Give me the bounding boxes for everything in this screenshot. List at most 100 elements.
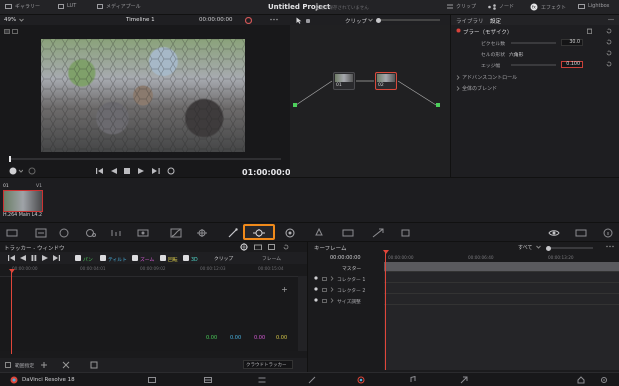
track-back-icon[interactable] xyxy=(20,255,26,261)
edit-page-icon[interactable] xyxy=(258,376,266,384)
camera-raw-icon[interactable] xyxy=(6,228,18,238)
media-pool-tab[interactable]: メディアプール xyxy=(97,3,141,10)
zoom-dropdown[interactable]: 49% xyxy=(4,17,16,23)
chevron-right-icon[interactable] xyxy=(330,297,334,303)
crosshair-icon[interactable] xyxy=(240,243,248,251)
chevron-down-icon[interactable] xyxy=(19,18,24,22)
stop-icon[interactable] xyxy=(124,168,130,174)
spacing-slider[interactable] xyxy=(511,64,556,66)
reset-icon[interactable] xyxy=(606,28,612,34)
qualifier-icon[interactable] xyxy=(227,228,239,238)
color-wheel-icon[interactable] xyxy=(245,16,252,24)
chevron-right-icon[interactable] xyxy=(456,75,460,80)
effects-button[interactable]: fx エフェクト xyxy=(530,3,566,11)
frame-icon[interactable] xyxy=(268,243,275,250)
node-zoom-handle[interactable] xyxy=(376,17,381,23)
node-zoom-slider[interactable] xyxy=(378,19,440,21)
pixel-frequency-field[interactable]: 30.0 xyxy=(561,39,583,46)
keyframe-filter-dropdown[interactable]: すべて xyxy=(518,244,532,251)
link-icon[interactable] xyxy=(28,167,36,175)
tracker-graph[interactable]: 0.00 0.00 0.00 0.00 xyxy=(0,269,298,354)
reset-icon[interactable] xyxy=(606,61,612,67)
lock-icon[interactable] xyxy=(322,298,327,303)
rgb-mixer-icon[interactable] xyxy=(110,228,122,238)
trash-icon[interactable] xyxy=(587,28,592,34)
pixel-frequency-slider[interactable] xyxy=(511,42,556,44)
chevron-right-icon[interactable] xyxy=(330,275,334,281)
keyframe-row-master[interactable]: マスター xyxy=(308,263,619,274)
global-blend-section[interactable]: 全体のブレンド xyxy=(462,85,497,92)
tracker-scrollbar[interactable] xyxy=(298,276,307,351)
keyframe-mode-icon[interactable] xyxy=(575,228,587,238)
lut-button[interactable]: LUT xyxy=(58,3,76,9)
view-mode-icon[interactable] xyxy=(4,29,18,34)
more-options-icon[interactable] xyxy=(608,17,614,22)
viewer-scrubber[interactable] xyxy=(9,158,281,160)
timeline-button[interactable]: クリップ xyxy=(447,3,476,10)
tab-library[interactable]: ライブラリ xyxy=(456,17,484,25)
info-icon[interactable] xyxy=(602,228,614,238)
add-point-icon[interactable] xyxy=(40,361,48,369)
color-match-icon[interactable] xyxy=(35,228,47,238)
home-icon[interactable] xyxy=(577,376,585,384)
track-stop-icon[interactable] xyxy=(31,255,37,261)
keyframe-dot-icon[interactable] xyxy=(314,298,318,302)
key-icon[interactable] xyxy=(342,228,354,238)
color-wheels-icon[interactable] xyxy=(58,228,70,238)
tilt-checkbox[interactable]: ティルト xyxy=(100,255,127,263)
more-options-icon[interactable] xyxy=(606,244,614,249)
rotate-checkbox[interactable]: 回転 xyxy=(160,255,178,263)
3d-icon[interactable] xyxy=(400,228,412,238)
media-page-icon[interactable] xyxy=(148,376,156,384)
media-pool-button[interactable]: ギャラリー xyxy=(5,3,40,10)
magic-mask-icon[interactable] xyxy=(284,228,296,238)
curves-icon[interactable] xyxy=(170,228,182,238)
timeline-selector[interactable]: Timeline 1 xyxy=(126,17,155,23)
lightbox-button[interactable]: Lightbox xyxy=(578,3,610,9)
last-frame-icon[interactable] xyxy=(152,168,160,174)
cell-shape-dropdown[interactable]: 六角形 xyxy=(509,51,523,58)
keyframe-row-corrector2[interactable]: コレクター 2 xyxy=(308,285,619,296)
reset-icon[interactable] xyxy=(606,50,612,56)
tab-settings[interactable]: 設定 xyxy=(490,17,501,25)
effect-toggle-icon[interactable] xyxy=(456,28,461,33)
pointer-icon[interactable] xyxy=(296,17,302,24)
node-mode-dropdown[interactable]: クリップ xyxy=(345,17,367,25)
advanced-controls-section[interactable]: アドバンスコントロール xyxy=(462,74,517,81)
keyframe-zoom-slider[interactable] xyxy=(548,247,593,249)
fusion-page-icon[interactable] xyxy=(308,376,316,384)
3d-checkbox[interactable]: 3D xyxy=(183,255,198,263)
chevron-right-icon[interactable] xyxy=(330,286,334,292)
cut-page-icon[interactable] xyxy=(204,376,212,384)
scrubber-handle[interactable] xyxy=(9,156,11,162)
tracker-mode-dropdown[interactable]: クラウドトラッカー xyxy=(243,360,293,369)
chevron-down-icon[interactable] xyxy=(368,18,373,22)
node-02[interactable]: 02 xyxy=(375,72,397,90)
track-reverse-icon[interactable] xyxy=(8,255,15,261)
plus-icon[interactable] xyxy=(282,287,287,292)
tab-frame-tracker[interactable]: フレーム xyxy=(262,255,281,262)
tab-clip-tracker[interactable]: クリップ xyxy=(214,255,233,262)
play-icon[interactable] xyxy=(138,168,144,174)
stabilize-icon[interactable] xyxy=(90,361,98,369)
keyframe-dot-icon[interactable] xyxy=(314,287,318,291)
blur-icon[interactable] xyxy=(313,228,325,238)
tracker-button[interactable] xyxy=(243,224,275,240)
node-01[interactable]: 01 xyxy=(333,72,355,90)
nodes-button[interactable]: ノード xyxy=(488,3,514,10)
sizing-icon[interactable] xyxy=(372,228,384,238)
chevron-right-icon[interactable] xyxy=(456,86,460,91)
audio-icon[interactable] xyxy=(9,167,23,175)
lock-icon[interactable] xyxy=(322,287,327,292)
loop-icon[interactable] xyxy=(167,167,176,175)
spacing-field[interactable]: 0.100 xyxy=(561,61,583,68)
remove-point-icon[interactable] xyxy=(62,361,70,369)
color-warper-icon[interactable] xyxy=(196,228,208,238)
hdr-wheels-icon[interactable] xyxy=(85,228,97,238)
keyframe-dot-icon[interactable] xyxy=(314,276,318,280)
reset-icon[interactable] xyxy=(606,39,612,45)
reverse-play-icon[interactable] xyxy=(111,168,117,174)
color-page-icon[interactable] xyxy=(357,376,365,384)
motion-effects-icon[interactable] xyxy=(137,228,149,238)
tracker-playhead[interactable] xyxy=(11,269,12,354)
